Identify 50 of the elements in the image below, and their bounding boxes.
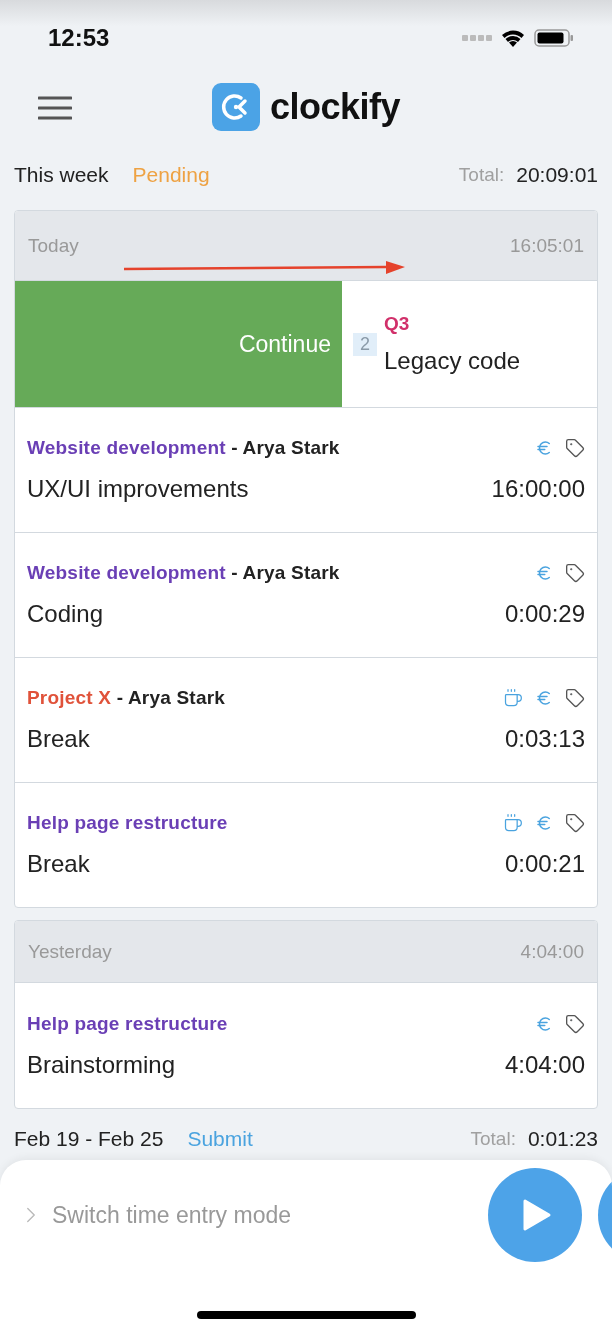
tag-icon[interactable] <box>565 688 585 708</box>
euro-icon[interactable] <box>535 564 553 582</box>
day-label: Today <box>28 234 79 257</box>
approval-status: Pending <box>132 163 210 187</box>
total-value: 0:01:23 <box>527 1127 598 1151</box>
day-total: 4:04:00 <box>520 940 584 963</box>
project-label: Website development - Arya Stark <box>27 562 340 584</box>
entry-description: Coding <box>27 600 104 628</box>
count-badge: 2 <box>353 332 377 356</box>
euro-icon[interactable] <box>535 689 553 707</box>
project-label: Q3 <box>384 313 411 335</box>
entry-duration: 16:00:00 <box>491 475 585 503</box>
day-label: Yesterday <box>28 940 112 963</box>
entry-description: Break <box>27 850 90 878</box>
signal-icon <box>462 34 492 41</box>
menu-icon[interactable] <box>38 95 72 120</box>
app-logo-text: clockify <box>270 86 401 128</box>
status-time: 12:53 <box>48 23 110 52</box>
time-entry[interactable]: Website development - Arya Stark Coding 0:00:29 <box>15 532 597 657</box>
battery-icon <box>534 27 574 48</box>
entry-description: Legacy code <box>384 347 521 375</box>
time-entry[interactable]: Help page restructure Brainstorming 4:04:00 <box>15 983 597 1108</box>
time-entry[interactable]: Project X - Arya Stark Break 0:03:13 <box>15 657 597 782</box>
time-entry[interactable]: Help page restructure Break 0:00:21 <box>15 782 597 907</box>
total-label: Total: <box>470 1128 516 1150</box>
week-label: This week <box>14 163 109 187</box>
entry-duration: 0:03:13 <box>504 725 585 753</box>
project-label: Help page restructure <box>27 1012 228 1035</box>
entry-duration: 0:00:21 <box>504 850 585 878</box>
entry-description: Break <box>27 725 90 753</box>
entry-duration: 4:04:00 <box>504 1050 585 1079</box>
total-value: 20:09:01 <box>516 163 598 187</box>
tag-icon[interactable] <box>565 1013 585 1034</box>
stopwatch-logo-icon <box>212 83 260 131</box>
project-label: Help page restructure <box>27 812 228 834</box>
euro-icon[interactable] <box>535 814 553 832</box>
time-entry[interactable]: Website development - Arya Stark UX/UI improvements 16:00:00 <box>15 407 597 532</box>
tag-icon[interactable] <box>565 813 585 833</box>
project-label: Project X - Arya Stark <box>27 687 225 709</box>
entry-description: Brainstorming <box>27 1050 176 1079</box>
project-label: Website development - Arya Stark <box>27 437 340 459</box>
euro-icon[interactable] <box>535 1014 553 1033</box>
tag-icon[interactable] <box>565 563 585 583</box>
total-label: Total: <box>458 164 505 186</box>
week-range: Feb 19 - Feb 25 <box>14 1127 164 1151</box>
euro-icon[interactable] <box>535 439 553 457</box>
entry-duration: 0:00:29 <box>504 600 585 628</box>
day-total: 16:05:01 <box>510 234 584 257</box>
entry-description: UX/UI improvements <box>27 475 249 503</box>
tag-icon[interactable] <box>565 438 585 458</box>
